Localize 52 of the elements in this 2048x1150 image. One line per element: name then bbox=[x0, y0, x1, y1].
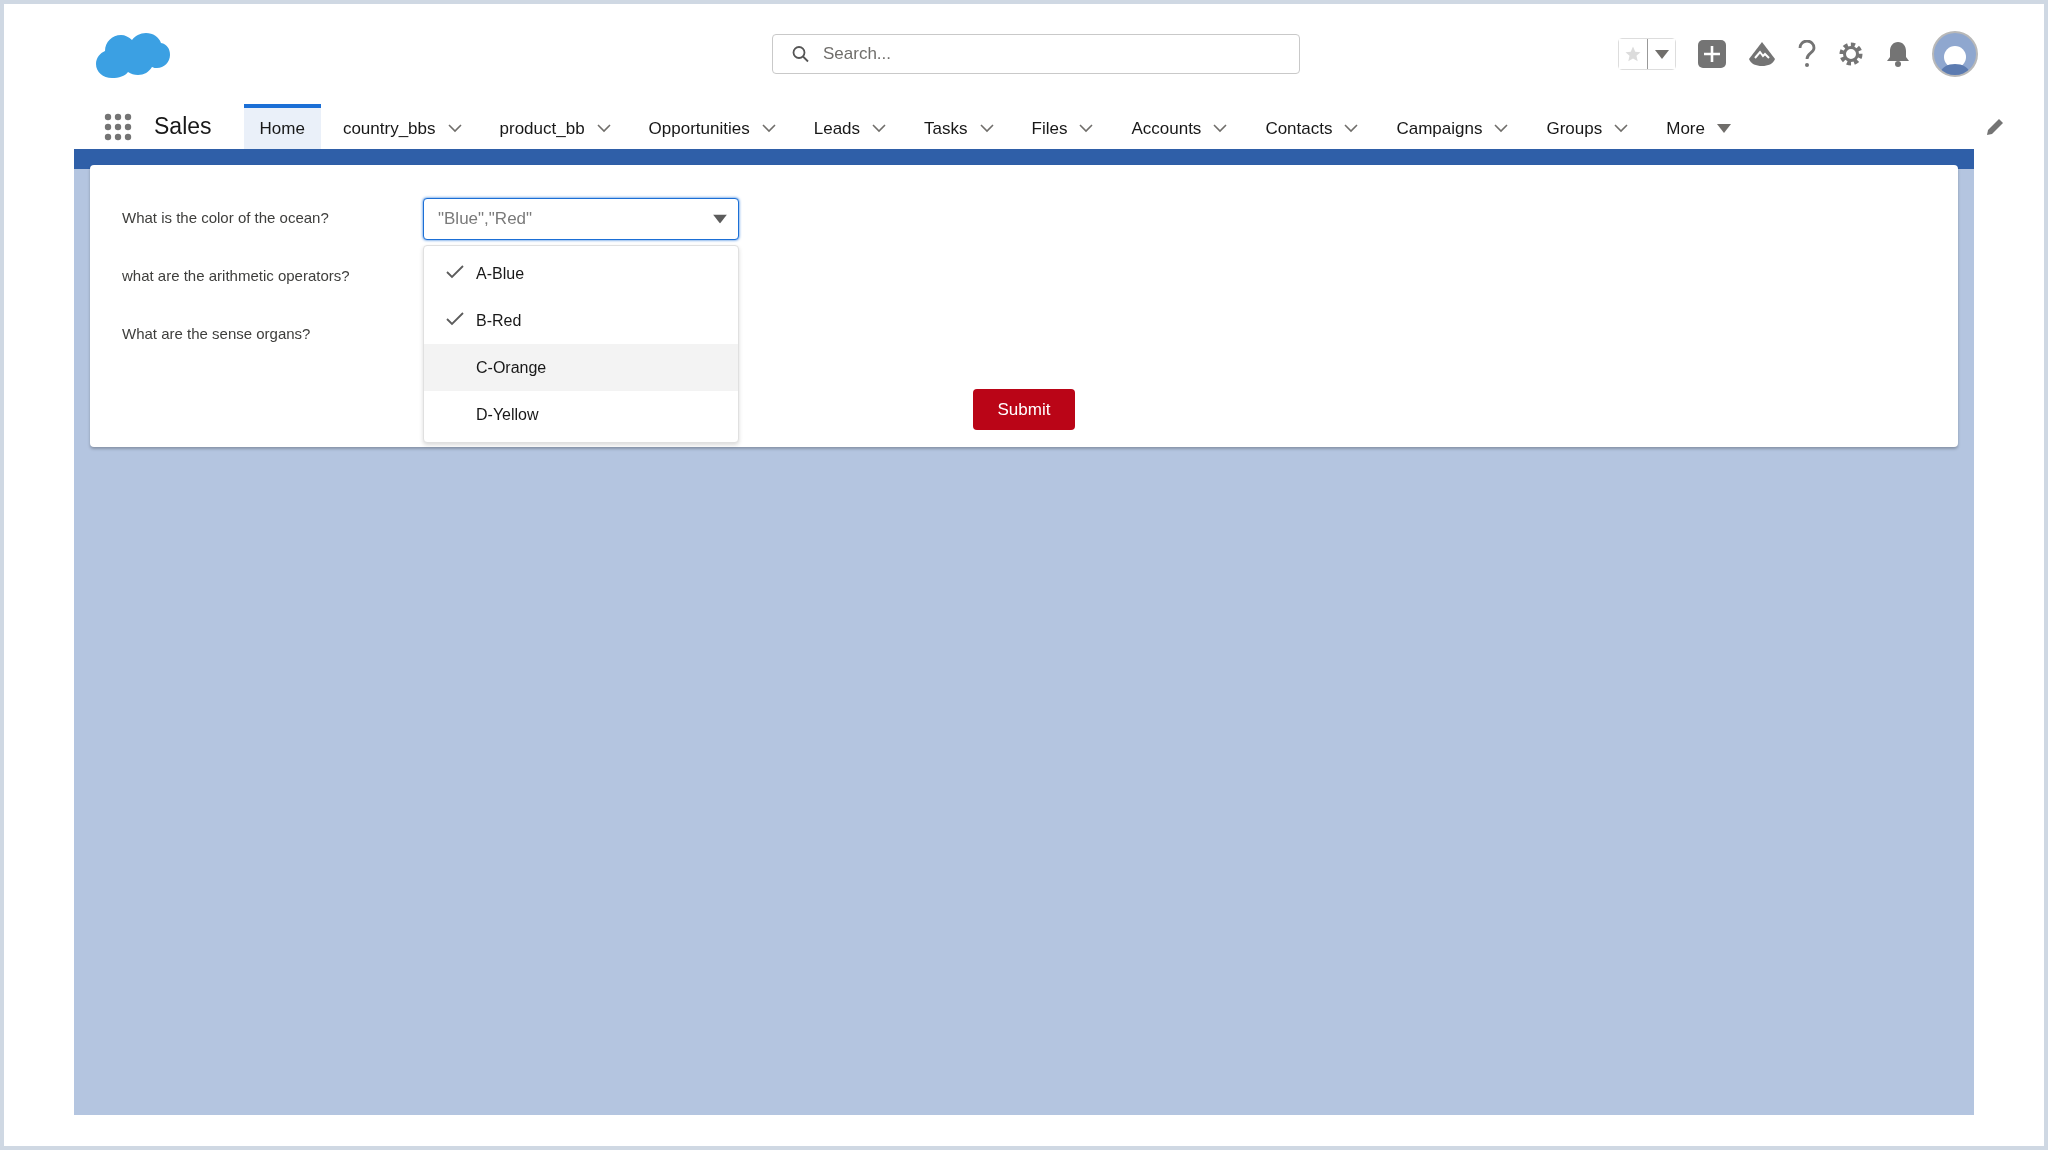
nav-tab[interactable]: Groups bbox=[1530, 104, 1645, 149]
app-name: Sales bbox=[154, 112, 212, 141]
chevron-icon bbox=[1494, 124, 1509, 133]
question-label: What are the sense organs? bbox=[122, 325, 312, 342]
question-label: what are the arithmetic operators? bbox=[122, 267, 351, 284]
trailhead-button[interactable] bbox=[1748, 41, 1776, 67]
caret-icon bbox=[1716, 124, 1731, 133]
mountain-icon bbox=[1748, 41, 1776, 67]
nav-tab[interactable]: More bbox=[1650, 104, 1747, 149]
nav-tab[interactable]: Tasks bbox=[908, 104, 1010, 149]
dropdown-option[interactable]: A-Blue bbox=[424, 250, 738, 297]
chevron-icon bbox=[979, 124, 994, 133]
chevron-icon bbox=[596, 124, 611, 133]
chevron-icon bbox=[447, 124, 462, 133]
search-icon bbox=[792, 45, 809, 63]
nav-tab[interactable]: country_bbs bbox=[326, 104, 478, 149]
nav-tab[interactable]: Files bbox=[1015, 104, 1110, 149]
pencil-icon bbox=[1986, 117, 2004, 136]
grid-icon bbox=[104, 112, 132, 141]
dropdown-option[interactable]: B-Red bbox=[424, 297, 738, 344]
caret-icon bbox=[1654, 49, 1669, 59]
nav-tab[interactable]: Contacts bbox=[1249, 104, 1375, 149]
submit-button[interactable]: Submit bbox=[973, 389, 1075, 430]
nav-tab[interactable]: Home bbox=[243, 104, 321, 149]
caret-icon bbox=[713, 214, 727, 224]
chevron-icon bbox=[761, 124, 776, 133]
star-icon bbox=[1624, 45, 1642, 63]
dropdown-option[interactable]: C-Orange bbox=[424, 344, 738, 391]
question-label: What is the color of the ocean? bbox=[122, 209, 330, 226]
bell-icon bbox=[1886, 41, 1910, 67]
nav-tab[interactable]: Campaigns bbox=[1380, 104, 1525, 149]
nav-tab[interactable]: Opportunities bbox=[632, 104, 792, 149]
plus-icon bbox=[1698, 40, 1726, 68]
favorites-menu-button[interactable] bbox=[1647, 39, 1675, 69]
add-button[interactable] bbox=[1698, 40, 1726, 68]
chevron-icon bbox=[872, 124, 887, 133]
help-icon bbox=[1798, 40, 1816, 68]
dropdown-option[interactable]: D-Yellow bbox=[424, 391, 738, 438]
avatar-button[interactable] bbox=[1932, 31, 1978, 77]
search-field[interactable]: Search... bbox=[772, 34, 1300, 74]
nav-tab[interactable]: Accounts bbox=[1115, 104, 1244, 149]
help-button[interactable] bbox=[1798, 40, 1816, 68]
chevron-icon bbox=[1614, 124, 1629, 133]
multi-select-field[interactable]: "Blue","Red" bbox=[423, 198, 739, 240]
nav-tab[interactable]: product_bb bbox=[483, 104, 627, 149]
chevron-icon bbox=[1344, 124, 1359, 133]
chevron-icon bbox=[1213, 124, 1228, 133]
chevron-icon bbox=[1079, 124, 1094, 133]
settings-icon bbox=[1838, 41, 1864, 67]
nav-tab[interactable]: Leads bbox=[797, 104, 903, 149]
settings-button[interactable] bbox=[1838, 41, 1864, 67]
notifications-button[interactable] bbox=[1886, 41, 1910, 67]
